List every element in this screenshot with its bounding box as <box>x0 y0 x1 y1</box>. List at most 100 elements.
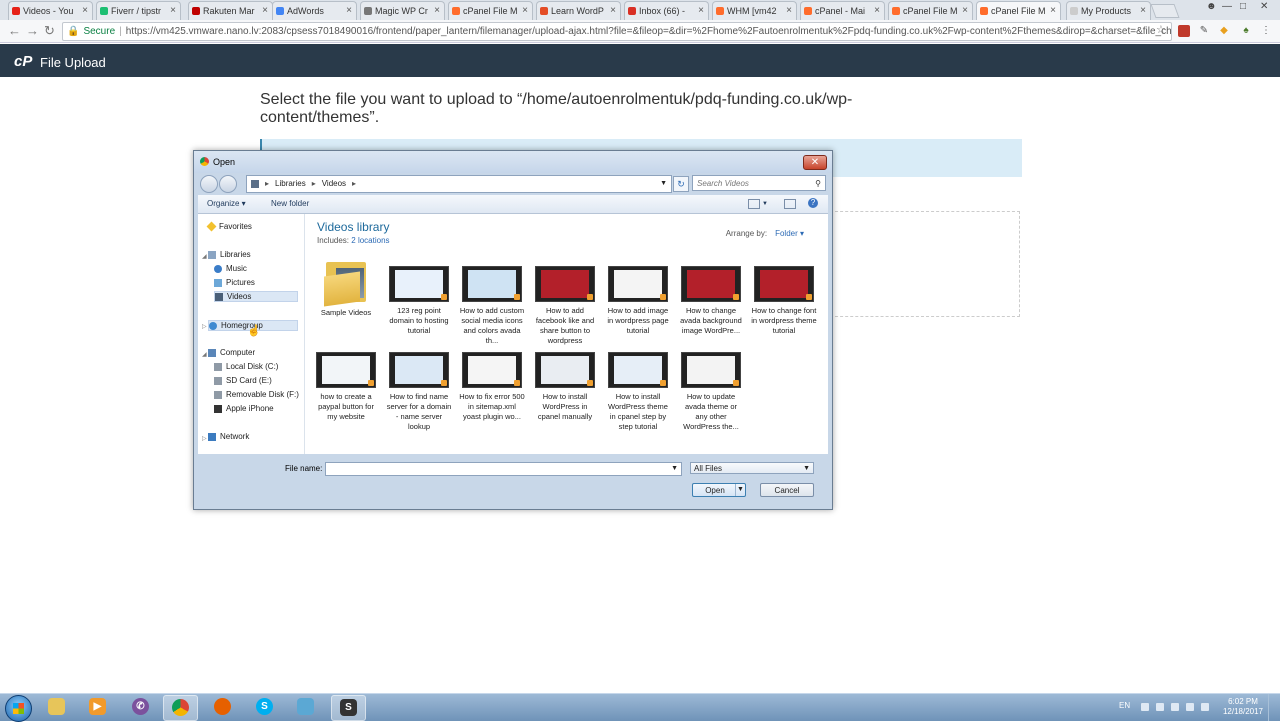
browser-tab[interactable]: Fiverr / tipstr × <box>96 1 181 20</box>
video-file-item[interactable]: How to install WordPress theme in cpanel… <box>605 352 671 432</box>
video-file-item[interactable]: How to add facebook like and share butto… <box>532 266 598 346</box>
window-close-icon[interactable]: ✕ <box>1260 1 1268 12</box>
volume-icon[interactable] <box>1201 703 1209 711</box>
nav-item-videos[interactable]: Videos <box>214 291 298 302</box>
video-file-item[interactable]: How to change font in wordpress theme tu… <box>751 266 817 336</box>
view-options-icon[interactable] <box>748 199 760 209</box>
network-tray-icon[interactable] <box>1186 703 1194 711</box>
extension-icon[interactable]: ♠ <box>1240 25 1252 37</box>
dialog-title-bar[interactable]: Open ✕ <box>194 151 832 173</box>
language-indicator[interactable]: EN <box>1119 701 1130 710</box>
video-file-item[interactable]: How to fix error 500 in sitemap.xml yoas… <box>459 352 525 422</box>
video-file-item[interactable]: How to install WordPress in cpanel manua… <box>532 352 598 422</box>
nav-item-apple-iphone[interactable]: Apple iPhone <box>214 404 274 413</box>
tab-close-icon[interactable]: × <box>522 2 528 20</box>
tab-close-icon[interactable]: × <box>786 2 792 20</box>
show-desktop-button[interactable] <box>1268 694 1280 721</box>
nav-item-pictures[interactable]: Pictures <box>214 278 255 287</box>
chevron-down-icon[interactable]: ▼ <box>671 463 678 475</box>
tab-close-icon[interactable]: × <box>434 2 440 20</box>
tab-close-icon[interactable]: × <box>1140 2 1146 20</box>
close-icon[interactable]: ✕ <box>803 155 827 170</box>
search-input[interactable]: Search Videos ⚲ <box>692 175 826 191</box>
bookmark-star-icon[interactable]: ☆ <box>1156 23 1166 36</box>
skype-taskbar-icon[interactable]: S <box>248 695 281 719</box>
browser-tab[interactable]: cPanel File M × <box>448 1 533 20</box>
video-file-item[interactable]: How to find name server for a domain - n… <box>386 352 452 432</box>
cpanel-logo-icon[interactable]: cP <box>14 53 32 70</box>
person-icon[interactable]: ☻ <box>1206 1 1217 12</box>
help-icon[interactable]: ? <box>808 198 818 208</box>
arrange-by-dropdown[interactable]: Folder ▾ <box>775 229 804 238</box>
chrome-taskbar-icon[interactable] <box>163 695 198 721</box>
nav-item-favorites[interactable]: Favorites <box>206 221 252 232</box>
tab-close-icon[interactable]: × <box>346 2 352 20</box>
video-file-item[interactable]: how to create a paypal button for my web… <box>313 352 379 422</box>
reload-icon[interactable]: ↻ <box>44 23 55 39</box>
tab-close-icon[interactable]: × <box>170 2 176 20</box>
video-file-item[interactable]: How to change avada background image Wor… <box>678 266 744 336</box>
expand-arrow-icon[interactable]: ▷ <box>202 435 207 442</box>
nav-item-removable-disk[interactable]: Removable Disk (F:) <box>214 390 299 399</box>
breadcrumb[interactable]: ▸ Libraries ▸ Videos ▸ ▼ <box>246 175 672 193</box>
expand-arrow-icon[interactable]: ▷ <box>202 323 207 330</box>
folder-item[interactable]: Sample Videos <box>313 256 379 318</box>
screencast-taskbar-icon[interactable]: S <box>331 695 366 721</box>
new-tab-button[interactable] <box>1150 4 1180 18</box>
nav-item-computer[interactable]: Computer <box>208 348 255 357</box>
locations-link[interactable]: 2 locations <box>351 236 389 245</box>
browser-tab[interactable]: AdWords × <box>272 1 357 20</box>
breadcrumb-videos[interactable]: Videos <box>322 179 346 188</box>
notepad-taskbar-icon[interactable] <box>289 695 322 719</box>
firefox-taskbar-icon[interactable] <box>206 695 239 719</box>
nav-item-sd-card[interactable]: SD Card (E:) <box>214 376 272 385</box>
back-icon[interactable] <box>200 175 218 193</box>
forward-icon[interactable]: → <box>26 23 39 38</box>
breadcrumb-libraries[interactable]: Libraries <box>275 179 306 188</box>
browser-tab[interactable]: Inbox (66) - × <box>624 1 709 20</box>
tab-close-icon[interactable]: × <box>610 2 616 20</box>
cancel-button[interactable]: Cancel <box>760 483 814 497</box>
system-clock[interactable]: 6:02 PM 12/18/2017 <box>1222 697 1264 717</box>
browser-tab[interactable]: cPanel - Mai × <box>800 1 885 20</box>
tab-close-icon[interactable]: × <box>1050 2 1056 20</box>
menu-icon[interactable]: ⋮ <box>1260 25 1272 37</box>
tray-arrow-icon[interactable] <box>1141 703 1149 711</box>
extension-icon[interactable] <box>1178 25 1190 37</box>
organize-button[interactable]: Organize ▾ <box>207 195 246 213</box>
nav-item-local-disk[interactable]: Local Disk (C:) <box>214 362 278 371</box>
browser-tab[interactable]: cPanel File M × <box>888 1 973 20</box>
chevron-down-icon[interactable]: ▼ <box>660 176 667 192</box>
video-file-item[interactable]: 123 reg point domain to hosting tutorial <box>386 266 452 336</box>
explorer-taskbar-icon[interactable] <box>40 695 73 719</box>
expand-arrow-icon[interactable]: ◢ <box>202 351 207 358</box>
new-folder-button[interactable]: New folder <box>271 195 309 213</box>
browser-tab[interactable]: Rakuten Mar × <box>188 1 273 20</box>
drop-zone[interactable] <box>830 211 1020 317</box>
browser-tab[interactable]: cPanel File M × <box>976 1 1061 20</box>
tab-close-icon[interactable]: × <box>698 2 704 20</box>
video-file-item[interactable]: How to add custom social media icons and… <box>459 266 525 346</box>
extension-icon[interactable]: ◆ <box>1218 25 1230 37</box>
nav-item-music[interactable]: Music <box>214 264 247 273</box>
back-icon[interactable]: ← <box>8 23 21 38</box>
tab-close-icon[interactable]: × <box>82 2 88 20</box>
forward-icon[interactable] <box>219 175 237 193</box>
browser-tab[interactable]: My Products × <box>1066 1 1151 20</box>
nav-item-network[interactable]: Network <box>208 432 249 441</box>
viber-taskbar-icon[interactable]: ✆ <box>124 695 157 719</box>
maximize-icon[interactable]: □ <box>1240 1 1246 12</box>
video-file-item[interactable]: How to update avada theme or any other W… <box>678 352 744 432</box>
preview-pane-icon[interactable] <box>784 199 796 209</box>
eyedropper-icon[interactable]: ✎ <box>1198 25 1210 37</box>
file-type-select[interactable]: All Files ▼ <box>690 462 814 474</box>
minimize-icon[interactable]: — <box>1222 1 1232 12</box>
chevron-down-icon[interactable]: ▼ <box>735 484 745 496</box>
tab-close-icon[interactable]: × <box>874 2 880 20</box>
url-input[interactable]: 🔒 Secure | https://vm425.vmware.nano.lv:208… <box>62 22 1172 41</box>
nav-item-libraries[interactable]: Libraries <box>208 250 251 259</box>
browser-tab[interactable]: WHM [vm42 × <box>712 1 797 20</box>
browser-tab[interactable]: Learn WordP × <box>536 1 621 20</box>
tab-close-icon[interactable]: × <box>962 2 968 20</box>
browser-tab[interactable]: Videos - You × <box>8 1 93 20</box>
